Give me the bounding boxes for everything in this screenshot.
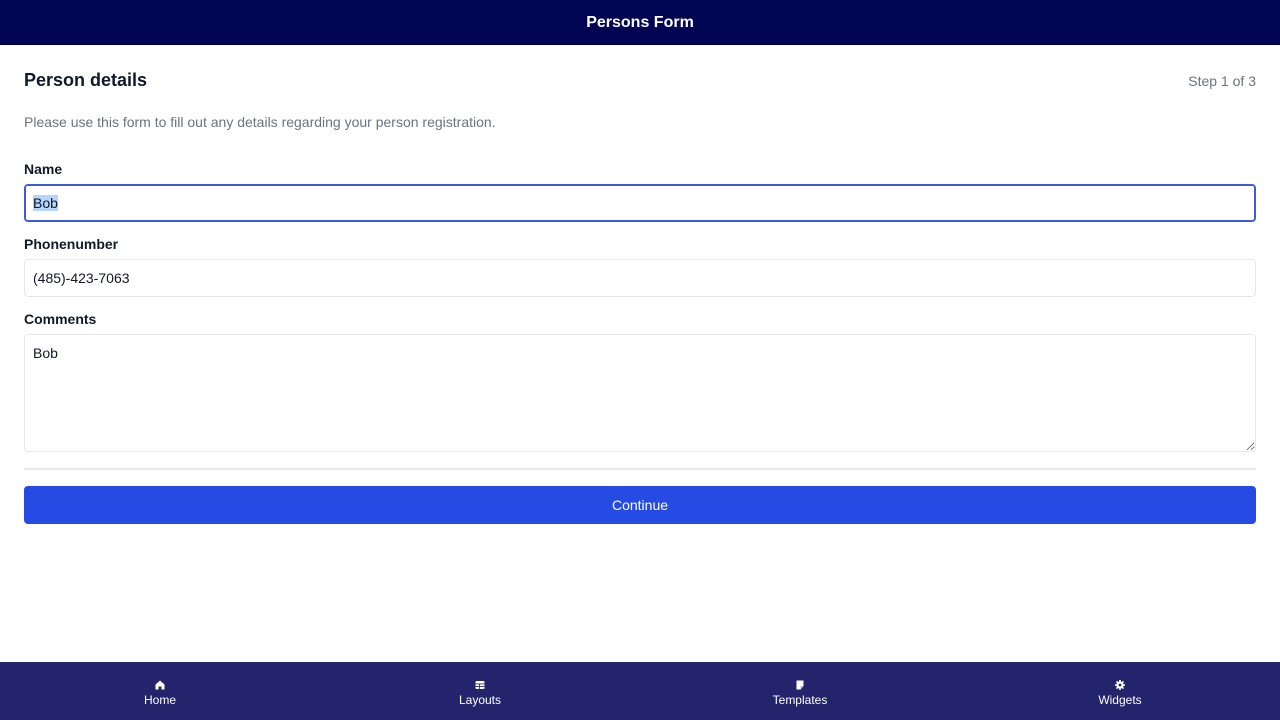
bottom-nav: Home Layouts Templates Widgets	[0, 662, 1280, 720]
form-header: Person details Step 1 of 3	[24, 45, 1256, 115]
phone-label: Phonenumber	[24, 236, 119, 252]
name-input[interactable]	[24, 184, 1256, 222]
nav-item-home[interactable]: Home	[0, 662, 320, 720]
gear-icon	[1115, 680, 1125, 690]
form-description: Please use this form to fill out any det…	[24, 114, 496, 130]
form-container: Person details Step 1 of 3 Please use th…	[24, 45, 1256, 524]
nav-label-templates: Templates	[772, 693, 828, 707]
nav-label-layouts: Layouts	[458, 693, 502, 707]
nav-item-widgets[interactable]: Widgets	[960, 662, 1280, 720]
form-title: Person details	[24, 70, 148, 90]
layouts-icon	[475, 681, 485, 689]
nav-label-widgets: Widgets	[1098, 693, 1142, 707]
comments-textarea[interactable]: Bob	[24, 334, 1256, 452]
templates-icon	[796, 680, 804, 690]
top-bar: Persons Form	[0, 0, 1280, 45]
nav-label-home: Home	[143, 693, 176, 707]
app-title: Persons Form	[586, 13, 694, 31]
home-icon	[155, 680, 165, 690]
comments-label: Comments	[24, 311, 97, 327]
nav-item-templates[interactable]: Templates	[640, 662, 960, 720]
divider	[24, 468, 1256, 470]
step-indicator: Step 1 of 3	[1188, 72, 1256, 89]
phone-input[interactable]	[24, 259, 1256, 297]
nav-item-layouts[interactable]: Layouts	[320, 662, 640, 720]
name-label: Name	[24, 161, 63, 177]
continue-button[interactable]: Continue	[24, 486, 1256, 524]
